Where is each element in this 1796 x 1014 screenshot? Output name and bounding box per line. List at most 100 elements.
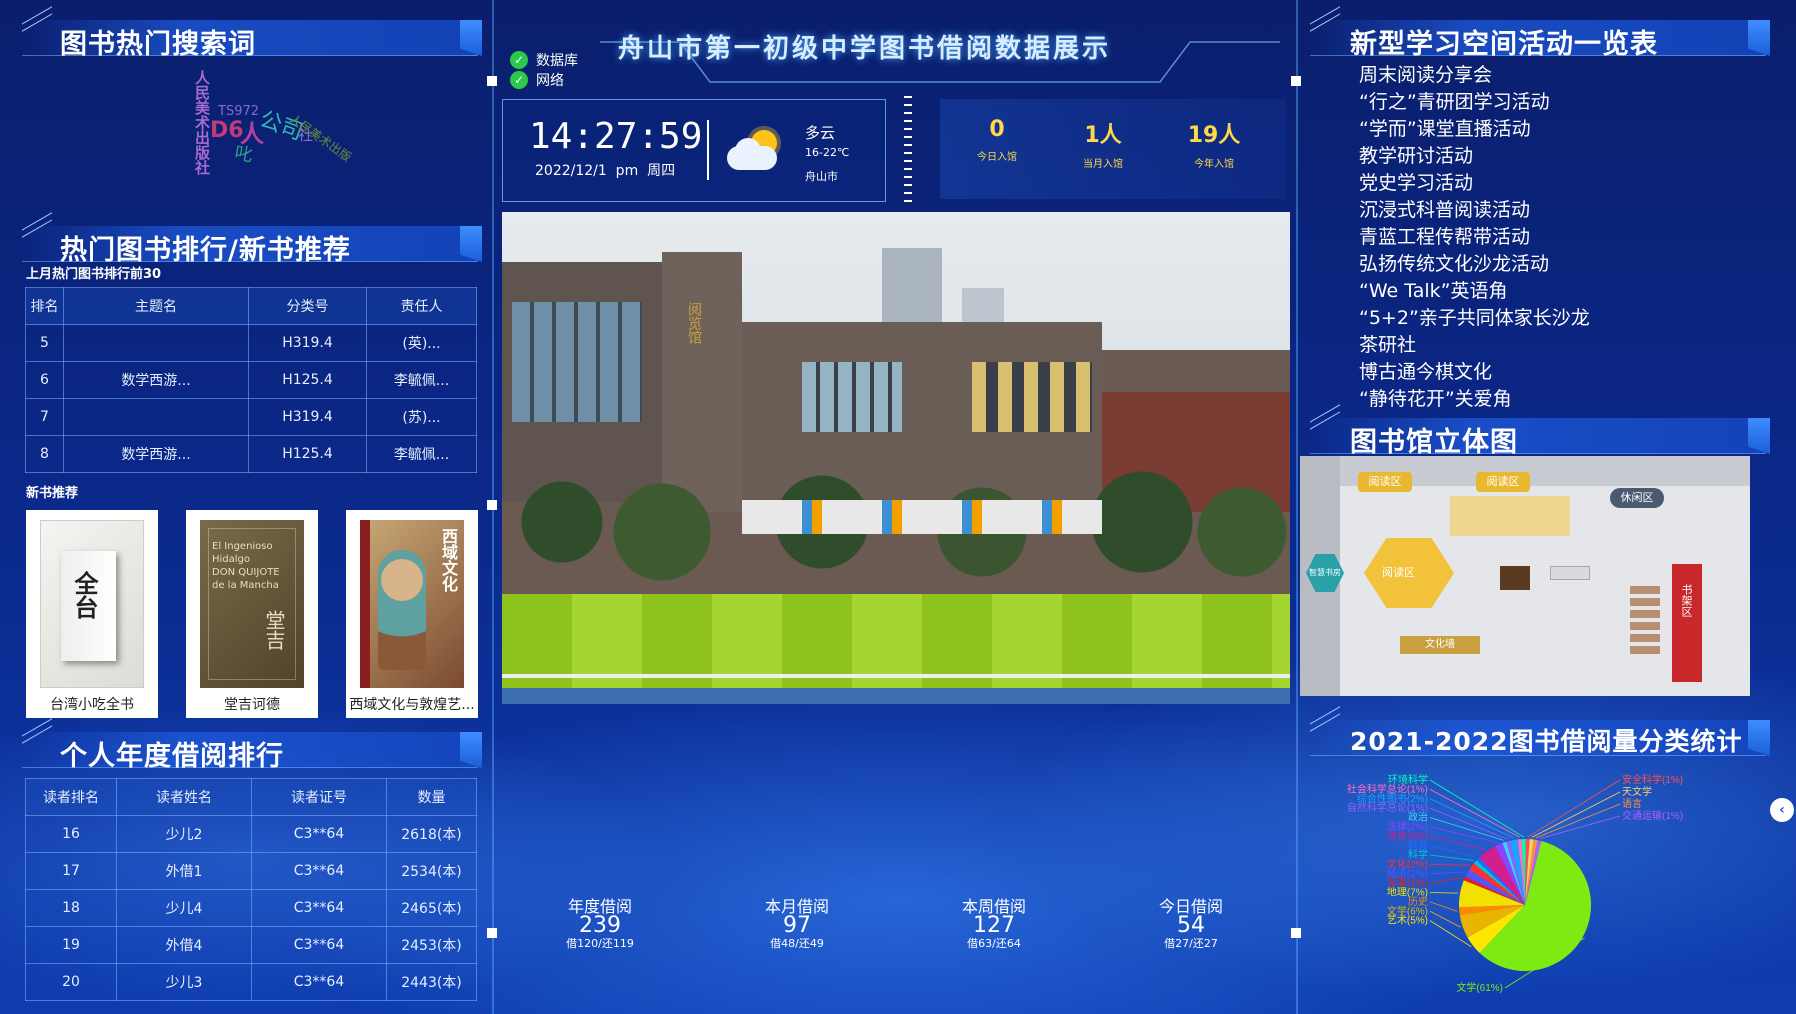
pie-leader-line — [1535, 803, 1621, 839]
activity-item[interactable]: 博古通今棋文化 — [1359, 359, 1590, 386]
cell: 2534(本) — [386, 852, 477, 890]
counter-label: 当月入馆 — [1083, 159, 1123, 170]
handle — [1291, 76, 1301, 86]
col-header: 读者排名 — [25, 778, 117, 816]
divider-right — [1296, 0, 1298, 1014]
activity-item[interactable]: 沉浸式科普阅读活动 — [1359, 197, 1590, 224]
activity-item[interactable]: 茶研社 — [1359, 332, 1590, 359]
zone-label: 阅读区 — [1476, 472, 1530, 492]
floorplan-title-bar: 图书馆立体图 — [1310, 404, 1770, 458]
status-database: ✓ 数据库 — [510, 50, 578, 70]
activity-item[interactable]: 教学研讨活动 — [1359, 143, 1590, 170]
zone-label: 休闲区 — [1610, 488, 1664, 508]
cell: 17 — [25, 852, 117, 890]
weather-city: 舟山市 — [805, 170, 838, 183]
counter-value: 19人 — [1187, 123, 1241, 148]
word-cloud: 人民美术出版社 TS972 D6 人 公司 叱 社 人民美术出版 — [180, 70, 380, 200]
status-indicators: ✓ 数据库 ✓ 网络 — [510, 50, 578, 90]
table-row[interactable]: 7 H319.4 (苏)... — [25, 398, 477, 436]
counter-value: 1人 — [1084, 123, 1122, 148]
cell: C3**64 — [251, 815, 387, 853]
cell: H319.4 — [248, 398, 367, 436]
cell: H125.4 — [248, 435, 367, 473]
stat-week: 本周借阅 127 借63/还64 — [934, 893, 1054, 951]
cell: (英)... — [366, 324, 477, 362]
table-header-row: 排名 主题名 分类号 责任人 — [25, 287, 477, 325]
weather-text: 多云 — [805, 124, 836, 142]
pie-label: 天文学 — [1622, 785, 1652, 798]
activity-item[interactable]: “行之”青研团学习活动 — [1359, 89, 1590, 116]
pie-leader-line — [1429, 807, 1508, 840]
activity-item[interactable]: 弘扬传统文化沙龙活动 — [1359, 251, 1590, 278]
table-row[interactable]: 6 数学西游... H125.4 李毓佩... — [25, 361, 477, 399]
activity-item[interactable]: 党史学习活动 — [1359, 170, 1590, 197]
cell: (苏)... — [366, 398, 477, 436]
cell: C3**64 — [251, 926, 387, 964]
table-row[interactable]: 5 H319.4 (英)... — [25, 324, 477, 362]
cell: 李毓佩... — [366, 435, 477, 473]
clock-date: 2022/12/1 pm 周四 — [535, 163, 676, 179]
pie-leader-line — [1429, 910, 1461, 928]
activity-item[interactable]: “5+2”亲子共同体家长沙龙 — [1359, 305, 1590, 332]
stat-today: 今日借阅 54 借27/还27 — [1131, 893, 1251, 951]
activity-item[interactable]: “We Talk”英语角 — [1359, 278, 1590, 305]
table-row[interactable]: 18 少儿4 C3**64 2465(本) — [25, 889, 477, 927]
ranking-title: 热门图书排行/新书推荐 — [60, 235, 351, 266]
cell: 数学西游... — [63, 435, 249, 473]
handle — [487, 928, 497, 938]
pie-leader-line — [1429, 863, 1470, 866]
table-row[interactable]: 20 少儿3 C3**64 2443(本) — [25, 963, 477, 1001]
clock-panel: 14:27:59 2022/12/1 pm 周四 多云 16-22℃ 舟山市 — [502, 99, 886, 202]
pie-leader-line — [1429, 871, 1466, 875]
book-title: 堂吉诃德 — [224, 697, 280, 713]
book-title: 台湾小吃全书 — [50, 697, 134, 713]
activity-item[interactable]: “学而”课堂直播活动 — [1359, 116, 1590, 143]
pie-leader-line — [1429, 854, 1474, 861]
cell: 少儿4 — [116, 889, 252, 927]
cell: 外借1 — [116, 852, 252, 890]
zone-label: 阅读区 — [1358, 472, 1412, 492]
table-header-row: 读者排名 读者姓名 读者证号 数量 — [25, 778, 477, 816]
col-header: 分类号 — [248, 287, 367, 325]
cell: 外借4 — [116, 926, 252, 964]
cell: 7 — [25, 398, 64, 436]
book-card[interactable]: 西域文化 西域文化与敦煌艺... — [346, 510, 478, 718]
book-card[interactable]: El Ingenioso Hidalgo DON QUIJOTE de la Manc… — [186, 510, 318, 718]
col-header: 数量 — [386, 778, 477, 816]
activity-item[interactable]: “静待花开”关爱角 — [1359, 386, 1590, 413]
col-header: 排名 — [25, 287, 64, 325]
status-label: 数据库 — [536, 53, 578, 69]
hotwords-title-bar: 图书热门搜索词 — [22, 6, 482, 60]
status-label: 网络 — [536, 73, 564, 89]
col-header: 读者证号 — [251, 778, 387, 816]
zone-label: 阅读区 — [1382, 566, 1415, 579]
cell: H319.4 — [248, 324, 367, 362]
pie-leader-line — [1429, 817, 1504, 841]
table-row[interactable]: 8 数学西游... H125.4 李毓佩... — [25, 435, 477, 473]
stat-sub: 借27/还27 — [1164, 937, 1218, 950]
cell — [63, 324, 249, 362]
book-cover: 西域文化 — [360, 520, 464, 688]
book-title: 西域文化与敦煌艺... — [349, 697, 475, 713]
handle — [487, 500, 497, 510]
clock-time: 14:27:59 — [529, 116, 703, 157]
chevron-left-icon[interactable]: ‹ — [1770, 798, 1794, 822]
counter-label: 今日入馆 — [977, 152, 1017, 163]
table-row[interactable]: 17 外借1 C3**64 2534(本) — [25, 852, 477, 890]
activity-item[interactable]: 青蓝工程传帮带活动 — [1359, 224, 1590, 251]
hotwords-title: 图书热门搜索词 — [60, 29, 256, 60]
stat-value: 54 — [1177, 913, 1205, 938]
book-card[interactable]: 全台 台湾小吃全书 — [26, 510, 158, 718]
table-row[interactable]: 16 少儿2 C3**64 2618(本) — [25, 815, 477, 853]
pie-leader-line — [1429, 798, 1514, 839]
ruler-decoration — [904, 96, 912, 204]
floorplan-title: 图书馆立体图 — [1350, 427, 1518, 458]
stat-month: 本月借阅 97 借48/还49 — [737, 893, 857, 951]
zone-label: 书架区 — [1680, 584, 1693, 617]
activity-item[interactable]: 周末阅读分享会 — [1359, 62, 1590, 89]
table-row[interactable]: 19 外借4 C3**64 2453(本) — [25, 926, 477, 964]
pie-leader-line — [1429, 901, 1458, 912]
counter-label: 今年入馆 — [1194, 159, 1234, 170]
cell: C3**64 — [251, 889, 387, 927]
counter-year: 19人 今年入馆 — [1174, 117, 1254, 170]
